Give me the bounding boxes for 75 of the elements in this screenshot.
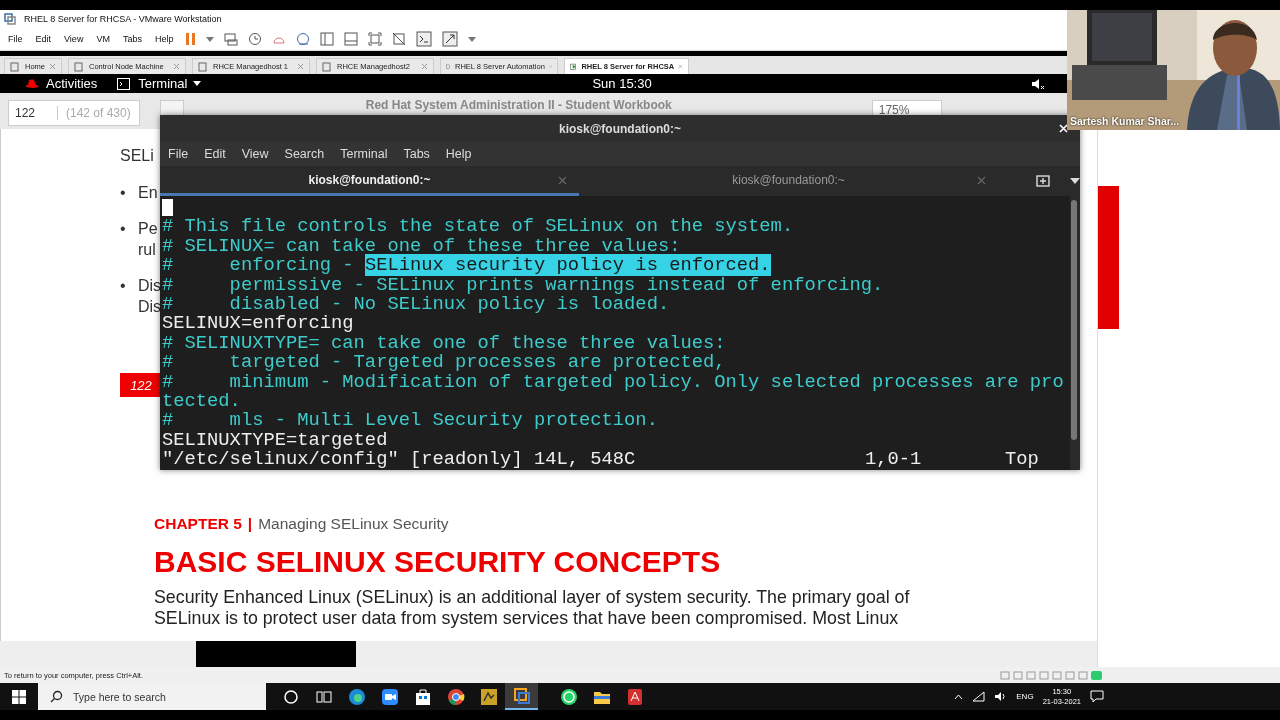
menu-item[interactable]: Help [154, 34, 174, 44]
chapter-label: CHAPTER 5 [154, 515, 242, 533]
text-fragment: rul [138, 241, 156, 260]
send-keys-icon[interactable] [224, 32, 239, 46]
menu-item[interactable]: View [241, 147, 269, 161]
paragraph: Security Enhanced Linux (SELinux) is an additional layer of system security. The primary goal of SELinux is to protect user data from system services that have been compromised. Most Linux [154, 587, 911, 629]
section-heading: BASIC SELINUX SECURITY CONCEPTS [154, 545, 722, 579]
window-title: kiosk@foundation0:~ [558, 121, 681, 136]
terminal-icon [117, 77, 131, 90]
clock[interactable]: Sun 15:30 [592, 76, 652, 91]
activities-button[interactable]: Activities [46, 76, 98, 91]
menu-item[interactable]: View [64, 34, 84, 44]
zoom-dropdown[interactable]: 175% [871, 100, 942, 116]
vm-icon[interactable] [505, 683, 538, 710]
window-icon [74, 61, 85, 72]
menu-item[interactable]: Edit [204, 147, 226, 161]
menu-item[interactable]: Terminal [340, 147, 388, 161]
menu-item[interactable]: Edit [35, 34, 52, 44]
muted-speaker-icon[interactable] [1031, 77, 1045, 90]
notification-icon[interactable] [1090, 690, 1104, 703]
speaker-icon[interactable] [994, 691, 1008, 702]
start-icon[interactable] [12, 689, 26, 704]
text-fragment: Dis [138, 277, 162, 296]
menu-item[interactable]: Tabs [403, 147, 430, 161]
window-icon [198, 61, 209, 72]
pause-icon[interactable] [186, 32, 197, 46]
cursor-position: 1,0-1 [865, 450, 923, 470]
selected-text: SELinux security policy is enforced. [364, 254, 771, 277]
scroll-position: Top [1005, 450, 1039, 470]
text-fragment: SELi [120, 147, 154, 166]
separator: | [247, 515, 253, 533]
file-info: "/etc/selinux/config" [readonly] 14L, 548C [162, 450, 637, 470]
menu-item[interactable]: File [8, 34, 23, 44]
page-field[interactable]: 122 (142 of 430) [8, 100, 140, 126]
text-fragment: Dis [138, 298, 162, 317]
caret-up-icon[interactable] [954, 693, 964, 700]
stretch-icon[interactable] [442, 31, 459, 47]
window-title: RHEL 8 Server for RHCSA - VMware Workstation [24, 14, 222, 24]
menu-item[interactable]: Help [445, 147, 472, 161]
panel-icon[interactable] [344, 32, 359, 46]
search-field[interactable]: Type here to search [38, 683, 266, 710]
window-icon [10, 61, 21, 72]
menu-item[interactable]: File [168, 147, 189, 161]
hat-icon [24, 78, 40, 89]
chapter-title: Managing SELinux Security [258, 515, 449, 533]
search-icon [50, 690, 63, 703]
sidebar-icon[interactable] [320, 32, 335, 46]
clock-icon[interactable] [248, 32, 263, 46]
menu-item[interactable]: Search [284, 147, 325, 161]
wifi-icon[interactable] [972, 691, 986, 702]
page-number: 122 [120, 373, 162, 397]
scrollbar-thumb[interactable] [1071, 200, 1077, 440]
app-logo-icon [4, 13, 16, 25]
bullet: • [120, 277, 127, 296]
fullscreen-icon[interactable] [368, 32, 383, 46]
caret-icon[interactable] [1070, 178, 1080, 184]
new-tab-icon[interactable] [1036, 175, 1051, 187]
text-fragment: En [138, 184, 158, 203]
bullet: • [120, 220, 127, 239]
window-icon [446, 61, 452, 72]
text-cursor [162, 199, 173, 216]
unity-icon[interactable] [392, 32, 407, 46]
caret-icon[interactable] [193, 81, 202, 86]
menu-item[interactable]: VM [96, 34, 110, 44]
console-icon[interactable] [416, 31, 433, 47]
participant-name: Sartesh Kumar Shar... [1070, 115, 1180, 127]
language-indicator[interactable]: ENG [1016, 692, 1034, 701]
bullet: • [120, 184, 127, 203]
app-menu[interactable]: Terminal [138, 76, 188, 91]
text-fragment: Pe [138, 220, 158, 239]
menu-item[interactable]: Tabs [122, 34, 142, 44]
document-title: Red Hat System Administration II - Student Workbook [365, 98, 672, 112]
window-icon [322, 61, 333, 72]
play-icon [570, 61, 578, 72]
terminal-tab[interactable]: kiosk@foundation0:~ [579, 166, 999, 196]
